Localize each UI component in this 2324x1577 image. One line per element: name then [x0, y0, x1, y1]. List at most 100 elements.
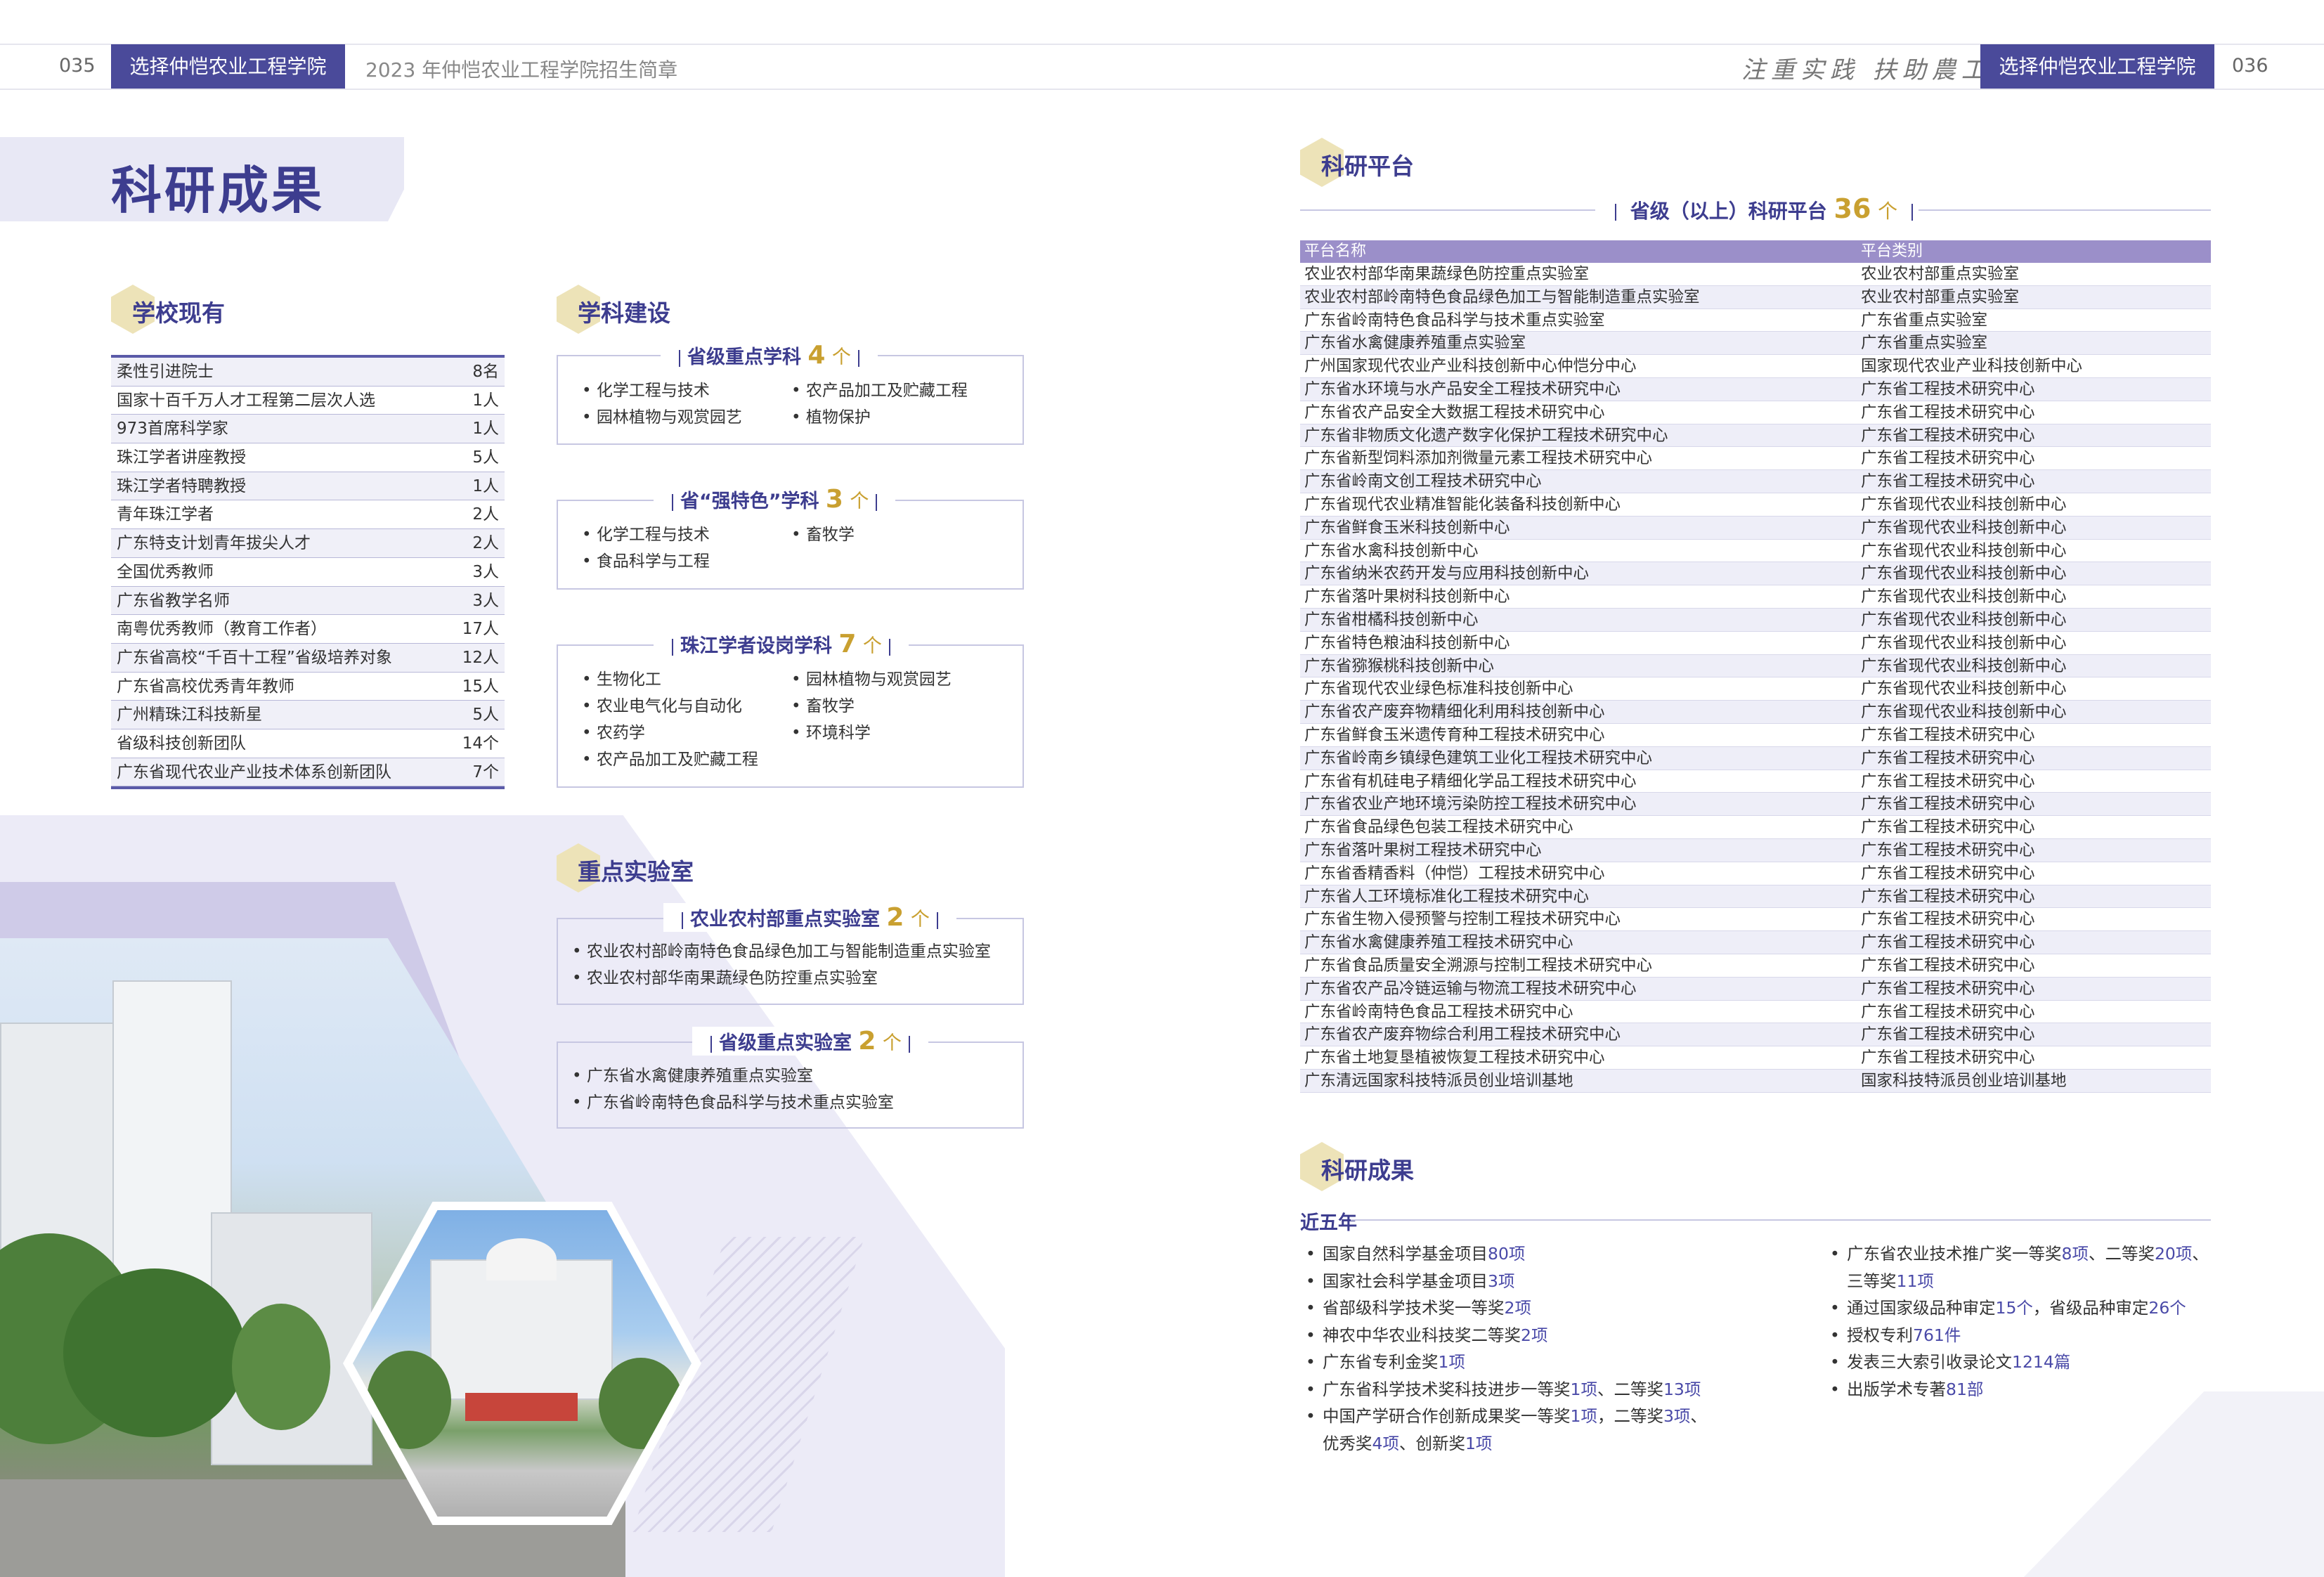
- row-value: 14个: [462, 734, 499, 753]
- list-item: 农业农村部岭南特色食品绿色加工与智能制造重点实验室: [572, 938, 991, 965]
- platform-category: 广东省工程技术研究中心: [1861, 772, 2035, 791]
- platform-name: 广东省特色粮油科技创新中心: [1304, 633, 1510, 652]
- list-item: 农药学: [582, 720, 758, 746]
- list-item: 三等奖11项: [1826, 1268, 2209, 1295]
- list-item: 园林植物与观赏园艺: [582, 404, 742, 431]
- item-number: 13项: [1663, 1379, 1701, 1399]
- platform-name: 广东省农产品冷链运输与物流工程技术研究中心: [1304, 979, 1637, 998]
- platform-category: 广东省现代农业科技创新中心: [1861, 680, 2067, 699]
- table-row: 广东省猕猴桃科技创新中心 广东省现代农业科技创新中心: [1300, 654, 2211, 678]
- table-row: 广州国家现代农业产业科技创新中心仲恺分中心 国家现代农业产业科技创新中心: [1300, 355, 2211, 378]
- list-item: 神农中华农业科技奖二等奖2项: [1301, 1322, 1707, 1349]
- table-row: 广东省鲜食玉米科技创新中心 广东省现代农业科技创新中心: [1300, 516, 2211, 540]
- platform-table-header: 平台名称 平台类别: [1300, 240, 2211, 263]
- item-number: 1项: [1465, 1433, 1493, 1453]
- table-row: 广东省高校优秀青年教师 15人: [111, 673, 505, 701]
- platform-category: 广东省现代农业科技创新中心: [1861, 656, 2067, 675]
- item-text: 三等奖: [1847, 1271, 1897, 1291]
- platform-category: 农业农村部重点实验室: [1861, 287, 2020, 306]
- platform-name: 广东省生物入侵预警与控制工程技术研究中心: [1304, 910, 1621, 929]
- item-number: 20项: [2154, 1244, 2193, 1264]
- platform-name: 广东省岭南文创工程技术研究中心: [1304, 472, 1542, 491]
- row-label: 广东省高校优秀青年教师: [117, 677, 294, 696]
- table-row: 广东省岭南特色食品工程技术研究中心 广东省工程技术研究中心: [1300, 1001, 2211, 1024]
- item-text: 神农中华农业科技奖二等奖: [1323, 1325, 1521, 1345]
- list-item: 化学工程与技术: [582, 377, 742, 404]
- platform-name: 广东省落叶果树科技创新中心: [1304, 588, 1510, 606]
- item-number: 1项: [1570, 1406, 1597, 1426]
- platform-category: 广东省现代农业科技创新中心: [1861, 518, 2067, 537]
- table-row: 全国优秀教师 3人: [111, 558, 505, 587]
- item-text: 出版学术专著: [1847, 1379, 1946, 1399]
- item-text: 优秀奖: [1323, 1433, 1372, 1453]
- table-row: 广东省现代农业精准智能化装备科技创新中心 广东省现代农业科技创新中心: [1300, 493, 2211, 517]
- pearl-discipline-title: 珠江学者设岗学科 7 个: [654, 630, 909, 658]
- row-value: 15人: [462, 677, 499, 696]
- results-list-left: 国家自然科学基金项目80项国家社会科学基金项目3项省部级科学技术奖一等奖2项神农…: [1301, 1240, 1707, 1457]
- list-item: 广东省农业技术推广奖一等奖8项、二等奖20项、: [1826, 1240, 2209, 1268]
- table-row: 广东省柑橘科技创新中心 广东省现代农业科技创新中心: [1300, 608, 2211, 632]
- row-label: 973首席科学家: [117, 420, 228, 439]
- platform-category: 广东省工程技术研究中心: [1861, 887, 2035, 906]
- platform-category: 广东省工程技术研究中心: [1861, 449, 2035, 468]
- platform-name: 广东清远国家科技特派员创业培训基地: [1304, 1071, 1573, 1090]
- row-value: 2人: [472, 534, 499, 553]
- row-value: 1人: [472, 391, 499, 410]
- list-item: 生物化工: [582, 666, 758, 693]
- platform-name: 广东省柑橘科技创新中心: [1304, 610, 1479, 629]
- platform-category: 广东省工程技术研究中心: [1861, 1049, 2035, 1067]
- list-item: 畜牧学: [791, 693, 952, 720]
- provincial-lab-list: 广东省水禽健康养殖重点实验室广东省岭南特色食品科学与技术重点实验室: [572, 1063, 894, 1116]
- table-row: 广东省土地复垦植被恢复工程技术研究中心 广东省工程技术研究中心: [1300, 1046, 2211, 1070]
- table-row: 广东省新型饲料添加剂微量元素工程技术研究中心 广东省工程技术研究中心: [1300, 447, 2211, 471]
- table-row: 广东省水禽健康养殖工程技术研究中心 广东省工程技术研究中心: [1300, 931, 2211, 954]
- list-item: 农业农村部华南果蔬绿色防控重点实验室: [572, 965, 991, 992]
- header-top-rule: [0, 44, 2324, 45]
- item-number: 11项: [1896, 1271, 1934, 1291]
- table-row: 广东省现代农业绿色标准科技创新中心 广东省现代农业科技创新中心: [1300, 677, 2211, 701]
- table-row: 国家十百千万人才工程第二层次人选 1人: [111, 387, 505, 415]
- platform-category: 广东省工程技术研究中心: [1861, 379, 2035, 398]
- item-number: 26个: [2148, 1298, 2186, 1318]
- table-row: 广东省农产废弃物综合利用工程技术研究中心 广东省工程技术研究中心: [1300, 1023, 2211, 1047]
- item-text: 广东省科学技术奖科技进步一等奖: [1323, 1379, 1571, 1399]
- table-row: 广东省农产品安全大数据工程技术研究中心 广东省工程技术研究中心: [1300, 401, 2211, 424]
- row-value: 2人: [472, 505, 499, 524]
- provincial-key-list-left: 化学工程与技术园林植物与观赏园艺: [582, 377, 742, 431]
- provincial-key-discipline-title: 省级重点学科 4 个: [661, 341, 878, 370]
- platform-name: 广东省香精香料（仲恺）工程技术研究中心: [1304, 864, 1605, 883]
- item-number: 81部: [1946, 1379, 1984, 1399]
- platform-name: 广东省岭南特色食品工程技术研究中心: [1304, 1002, 1573, 1021]
- platform-name: 广东省水禽健康养殖重点实验室: [1304, 334, 1526, 353]
- platform-name: 广东省人工环境标准化工程技术研究中心: [1304, 887, 1590, 906]
- table-row: 广东省落叶果树工程技术研究中心 广东省工程技术研究中心: [1300, 838, 2211, 862]
- row-value: 12人: [462, 648, 499, 667]
- platform-name: 广东省农产品安全大数据工程技术研究中心: [1304, 403, 1605, 422]
- platform-category: 广东省重点实验室: [1861, 311, 1988, 330]
- table-row: 广州精珠江科技新星 5人: [111, 701, 505, 729]
- table-row: 广东省食品绿色包装工程技术研究中心 广东省工程技术研究中心: [1300, 816, 2211, 839]
- platform-category: 广东省工程技术研究中心: [1861, 1002, 2035, 1021]
- platform-count-title: 省级（以上）科研平台 36 个: [1300, 190, 2211, 232]
- table-row: 青年珠江学者 2人: [111, 500, 505, 530]
- row-label: 广东省高校“千百十工程”省级培养对象: [117, 648, 392, 667]
- table-row: 广东省教学名师 3人: [111, 586, 505, 616]
- platform-name: 广东省水禽科技创新中心: [1304, 541, 1479, 560]
- table-row: 广东省食品质量安全溯源与控制工程技术研究中心 广东省工程技术研究中心: [1300, 954, 2211, 978]
- item-number: 3项: [1663, 1406, 1691, 1426]
- list-item: 环境科学: [791, 720, 952, 746]
- table-row: 广东省鲜食玉米遗传育种工程技术研究中心 广东省工程技术研究中心: [1300, 724, 2211, 747]
- platform-name: 广东省落叶果树工程技术研究中心: [1304, 841, 1542, 859]
- table-row: 广东清远国家科技特派员创业培训基地 国家科技特派员创业培训基地: [1300, 1069, 2211, 1093]
- table-row: 广东省有机硅电子精细化学品工程技术研究中心 广东省工程技术研究中心: [1300, 770, 2211, 793]
- row-label: 广东省教学名师: [117, 591, 230, 610]
- row-value: 5人: [472, 448, 499, 467]
- item-text: ，省级品种审定: [2032, 1298, 2149, 1318]
- platform-category: 广东省重点实验室: [1861, 334, 1988, 353]
- results-period-label: 近五年: [1300, 1212, 1357, 1234]
- row-label: 柔性引进院士: [117, 363, 214, 381]
- row-label: 广州精珠江科技新星: [117, 706, 262, 725]
- platform-name: 广州国家现代农业产业科技创新中心仲恺分中心: [1304, 357, 1637, 376]
- platform-category: 农业农村部重点实验室: [1861, 265, 2020, 283]
- platform-name: 广东省纳米农药开发与应用科技创新中心: [1304, 564, 1590, 583]
